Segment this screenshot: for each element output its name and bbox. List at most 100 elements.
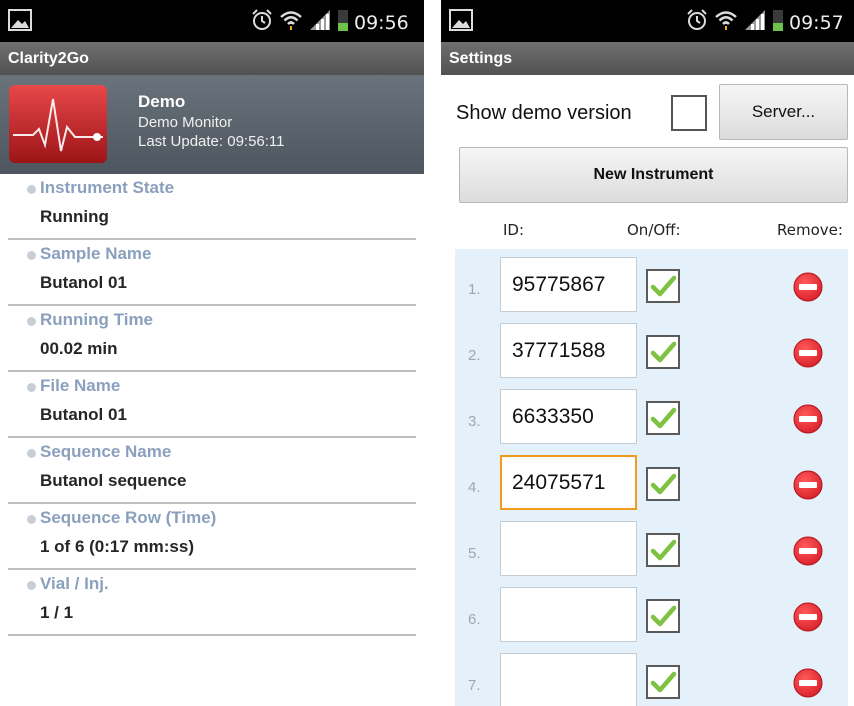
- item-label: Sequence Name: [40, 442, 172, 461]
- instrument-row: 3. 6633350: [455, 385, 848, 451]
- settings-screen: 09:57 Settings Show demo version Server.…: [441, 0, 854, 706]
- item-value: 00.02 min: [40, 339, 118, 358]
- instrument-enabled-checkbox[interactable]: [646, 335, 680, 369]
- app-title: Clarity2Go: [0, 42, 424, 75]
- item-value: Butanol 01: [40, 405, 127, 424]
- item-value: Running: [40, 207, 109, 226]
- remove-minus-icon: [793, 668, 823, 698]
- remove-instrument-button[interactable]: [792, 667, 824, 704]
- remove-instrument-button[interactable]: [792, 271, 824, 308]
- image-icon: [8, 9, 32, 36]
- column-header-remove: Remove:: [777, 221, 843, 239]
- signal-bars-icon: [743, 8, 767, 37]
- alarm-clock-icon: [685, 8, 709, 37]
- wifi-icon: [714, 8, 738, 37]
- item-label: Instrument State: [40, 178, 175, 197]
- status-bar: 09:57: [441, 0, 854, 42]
- row-number: 5.: [468, 545, 481, 562]
- instrument-row: 6.: [455, 583, 848, 649]
- remove-minus-icon: [793, 536, 823, 566]
- instrument-enabled-checkbox[interactable]: [646, 665, 680, 699]
- remove-instrument-button[interactable]: [792, 403, 824, 440]
- remove-minus-icon: [793, 338, 823, 368]
- row-number: 2.: [468, 347, 481, 364]
- instrument-header-text: Demo Demo Monitor Last Update: 09:56:11: [138, 91, 285, 151]
- instrument-enabled-checkbox[interactable]: [646, 599, 680, 633]
- heartbeat-monitor-icon: [9, 85, 107, 168]
- instrument-row: 2. 37771588: [455, 319, 848, 385]
- row-number: 3.: [468, 413, 481, 430]
- checkmark-icon: [650, 605, 677, 627]
- instrument-row: 1. 95775867: [455, 253, 848, 319]
- remove-instrument-button[interactable]: [792, 469, 824, 506]
- instrument-row: 7.: [455, 649, 848, 706]
- alarm-clock-icon: [250, 8, 274, 37]
- status-time: 09:56: [354, 11, 409, 34]
- instrument-header[interactable]: Demo Demo Monitor Last Update: 09:56:11: [0, 75, 424, 174]
- checkmark-icon: [650, 275, 677, 297]
- instrument-id-field[interactable]: [500, 521, 637, 576]
- item-value: 1 of 6 (0:17 mm:ss): [40, 537, 194, 556]
- instrument-enabled-checkbox[interactable]: [646, 269, 680, 303]
- row-number: 4.: [468, 479, 481, 496]
- column-header-id: ID:: [503, 221, 525, 239]
- instrument-row: 4. 24075571: [455, 451, 848, 517]
- battery-icon: [772, 8, 784, 37]
- remove-minus-icon: [793, 470, 823, 500]
- instrument-list: 1. 95775867 2. 37771588 3. 6633350 4. 24075571 5…: [455, 249, 848, 706]
- item-value: 1 / 1: [40, 603, 74, 622]
- list-item-sequence-name: Sequence Name Butanol sequence: [8, 440, 416, 504]
- instrument-id-field[interactable]: 37771588: [500, 323, 637, 378]
- remove-instrument-button[interactable]: [792, 337, 824, 374]
- column-header-onoff: On/Off:: [627, 221, 681, 239]
- battery-icon: [337, 8, 349, 37]
- settings-title: Settings: [441, 42, 854, 75]
- instrument-id-field[interactable]: [500, 653, 637, 706]
- checkmark-icon: [650, 473, 677, 495]
- instrument-id-field[interactable]: [500, 587, 637, 642]
- status-list: Instrument State Running Sample Name But…: [8, 174, 416, 636]
- item-label: Sample Name: [40, 244, 152, 263]
- list-item-running-time: Running Time 00.02 min: [8, 308, 416, 372]
- instrument-id-field[interactable]: 95775867: [500, 257, 637, 312]
- item-label: File Name: [40, 376, 121, 395]
- checkmark-icon: [650, 671, 677, 693]
- signal-bars-icon: [308, 8, 332, 37]
- checkmark-icon: [650, 539, 677, 561]
- item-label: Vial / Inj.: [40, 574, 109, 593]
- row-number: 6.: [468, 611, 481, 628]
- new-instrument-button[interactable]: New Instrument: [459, 147, 848, 203]
- wifi-icon: [279, 8, 303, 37]
- item-label: Running Time: [40, 310, 154, 329]
- list-item-vial-inj: Vial / Inj. 1 / 1: [8, 572, 416, 636]
- instrument-enabled-checkbox[interactable]: [646, 467, 680, 501]
- show-demo-checkbox[interactable]: [671, 95, 707, 131]
- status-bar: 09:56: [0, 0, 424, 42]
- instrument-id-field[interactable]: 24075571: [500, 455, 637, 510]
- checkmark-icon: [650, 407, 677, 429]
- instrument-enabled-checkbox[interactable]: [646, 401, 680, 435]
- item-value: Butanol sequence: [40, 471, 187, 490]
- checkmark-icon: [650, 341, 677, 363]
- status-time: 09:57: [789, 11, 844, 34]
- row-number: 7.: [468, 677, 481, 694]
- item-label: Sequence Row (Time): [40, 508, 217, 527]
- instrument-name: Demo: [138, 92, 186, 111]
- remove-instrument-button[interactable]: [792, 601, 824, 638]
- list-item-sequence-row: Sequence Row (Time) 1 of 6 (0:17 mm:ss): [8, 506, 416, 570]
- remove-minus-icon: [793, 404, 823, 434]
- remove-instrument-button[interactable]: [792, 535, 824, 572]
- list-item-sample-name: Sample Name Butanol 01: [8, 242, 416, 306]
- instrument-id-field[interactable]: 6633350: [500, 389, 637, 444]
- remove-minus-icon: [793, 602, 823, 632]
- server-button[interactable]: Server...: [719, 84, 848, 140]
- last-update: Last Update: 09:56:11: [138, 133, 285, 150]
- row-number: 1.: [468, 281, 481, 298]
- instrument-enabled-checkbox[interactable]: [646, 533, 680, 567]
- remove-minus-icon: [793, 272, 823, 302]
- list-item-file-name: File Name Butanol 01: [8, 374, 416, 438]
- monitor-screen: 09:56 Clarity2Go Demo Demo Monitor Last …: [0, 0, 424, 706]
- image-icon: [449, 9, 473, 36]
- item-value: Butanol 01: [40, 273, 127, 292]
- instrument-row: 5.: [455, 517, 848, 583]
